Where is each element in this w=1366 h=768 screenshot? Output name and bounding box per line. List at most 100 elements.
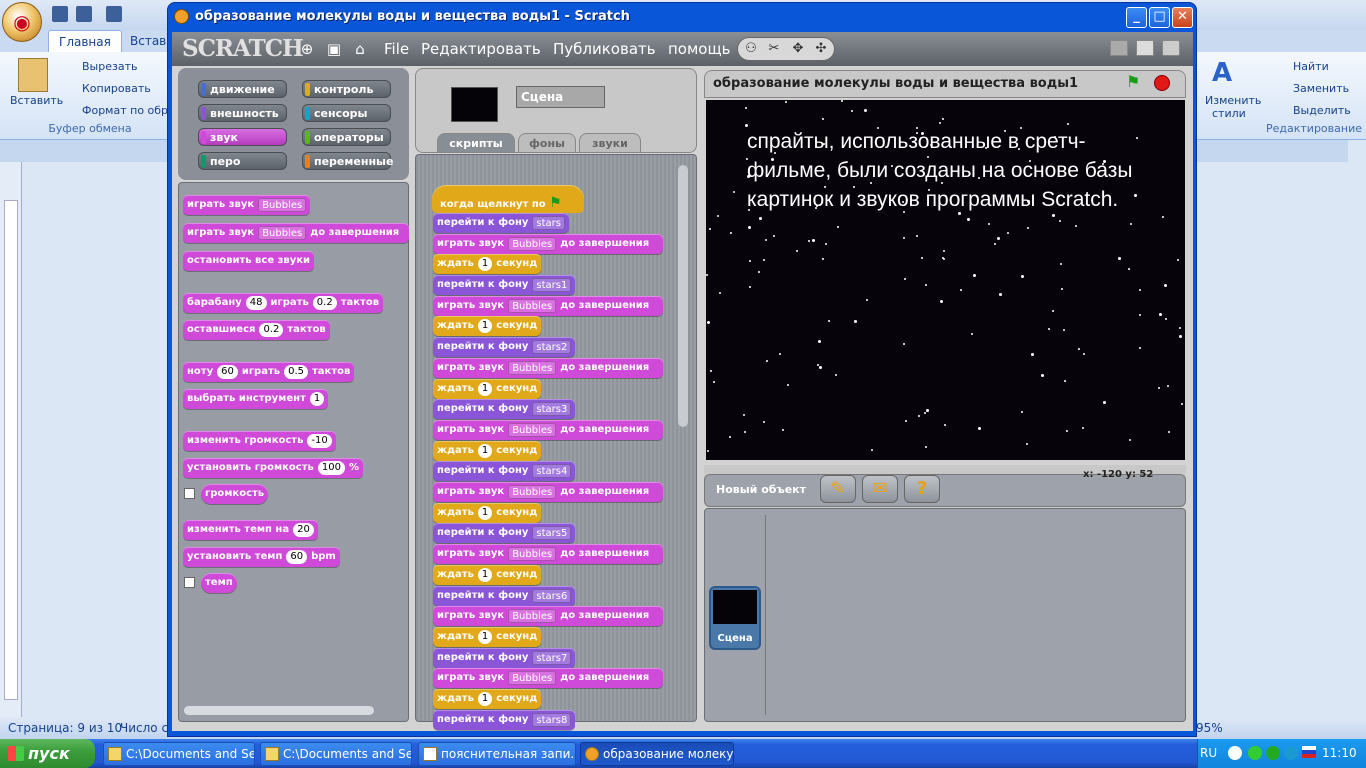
normal-stage-icon[interactable]	[1136, 40, 1154, 56]
format-painter-button[interactable]: Формат по обра	[82, 104, 175, 117]
sound-dropdown[interactable]: Bubbles	[508, 547, 557, 561]
sound-dropdown[interactable]: Bubbles	[508, 671, 557, 685]
tray-icon[interactable]	[1284, 746, 1298, 760]
sound-dropdown[interactable]: Bubbles	[508, 237, 557, 251]
random-sprite-button[interactable]: ?	[904, 475, 940, 503]
play-note-block[interactable]: ноту 60 играть 0.5 тактов	[183, 362, 355, 382]
play-sound-until-done-block[interactable]: играть звук Bubbles до завершения	[433, 482, 663, 502]
taskbar-item[interactable]: пояснительная запи...	[418, 742, 576, 766]
sound-dropdown[interactable]: Bubbles	[508, 485, 557, 499]
flag-icon[interactable]	[1302, 746, 1316, 758]
presentation-mode-icon[interactable]	[1162, 40, 1180, 56]
switch-background-block[interactable]: перейти к фону stars5	[433, 523, 576, 543]
scene-name-field[interactable]: Сцена	[516, 86, 605, 108]
taskbar-item[interactable]: C:\Documents and Se...	[103, 742, 255, 766]
minimize-button[interactable]: _	[1126, 7, 1147, 28]
close-button[interactable]: ✕	[1172, 7, 1193, 28]
play-sound-until-done-block[interactable]: играть звук Bubbles до завершения	[433, 234, 663, 254]
switch-background-block[interactable]: перейти к фону stars3	[433, 399, 576, 419]
background-dropdown[interactable]: stars2	[532, 340, 572, 354]
wait-block[interactable]: ждать 1 секунд	[433, 503, 542, 523]
category-7[interactable]: переменные	[302, 152, 393, 170]
duplicate-icon[interactable]: ⚇	[742, 40, 760, 58]
category-3[interactable]: сенсоры	[302, 104, 391, 122]
menu-file[interactable]: File	[384, 40, 409, 58]
category-1[interactable]: контроль	[302, 80, 391, 98]
small-stage-icon[interactable]	[1110, 40, 1128, 56]
stop-button[interactable]	[1154, 75, 1170, 91]
wait-block[interactable]: ждать 1 секунд	[433, 565, 542, 585]
background-dropdown[interactable]: stars5	[532, 526, 572, 540]
change-tempo-block[interactable]: изменить темп на 20	[183, 520, 318, 540]
grow-icon[interactable]: ✥	[789, 40, 807, 58]
tray-icon[interactable]	[1228, 746, 1242, 760]
background-dropdown[interactable]: stars8	[532, 713, 572, 727]
play-sound-until-done-block[interactable]: играть звук Bubbles до завершения	[433, 606, 663, 626]
stop-all-sounds-block[interactable]: остановить все звуки	[183, 251, 315, 271]
undo-icon[interactable]	[76, 6, 92, 22]
switch-background-block[interactable]: перейти к фону stars7	[433, 648, 576, 668]
play-sound-until-done-block[interactable]: играть звук Bubbles до завершения	[433, 668, 663, 688]
paint-sprite-button[interactable]: ✎	[820, 475, 856, 503]
when-flag-clicked-block[interactable]: когда щелкнут по ⚑	[432, 185, 584, 213]
category-0[interactable]: движение	[198, 80, 287, 98]
category-2[interactable]: внешность	[198, 104, 287, 122]
background-dropdown[interactable]: stars4	[532, 464, 572, 478]
tab-scripts[interactable]: скрипты	[437, 133, 515, 153]
wait-block[interactable]: ждать 1 секунд	[433, 441, 542, 461]
paste-button[interactable]: Вставить	[10, 94, 63, 107]
change-volume-block[interactable]: изменить громкость -10	[183, 431, 336, 451]
set-instrument-block[interactable]: выбрать инструмент 1	[183, 389, 329, 409]
tab-sounds[interactable]: звуки	[579, 133, 641, 153]
play-sound-until-done-block[interactable]: играть звук Bubbles до завершения	[183, 223, 409, 243]
background-dropdown[interactable]: stars1	[532, 278, 572, 292]
background-dropdown[interactable]: stars	[532, 216, 566, 230]
menu-share[interactable]: Публиковать	[553, 40, 656, 58]
paste-icon[interactable]	[18, 58, 48, 92]
palette-scrollbar[interactable]	[184, 706, 374, 715]
copy-button[interactable]: Копировать	[82, 82, 151, 95]
background-dropdown[interactable]: stars6	[532, 589, 572, 603]
menu-edit[interactable]: Редактировать	[421, 40, 541, 58]
tray-icon[interactable]	[1248, 746, 1262, 760]
wait-block[interactable]: ждать 1 секунд	[433, 689, 542, 709]
replace-button[interactable]: Заменить	[1293, 82, 1349, 95]
play-sound-until-done-block[interactable]: играть звук Bubbles до завершения	[433, 544, 663, 564]
office-button[interactable]: ◉	[2, 2, 42, 42]
play-sound-block[interactable]: играть звук Bubbles	[183, 195, 311, 215]
green-flag-icon[interactable]: ⚑	[1126, 74, 1144, 90]
sound-dropdown[interactable]: Bubbles	[508, 299, 557, 313]
shrink-icon[interactable]: ✣	[812, 40, 830, 58]
play-sound-until-done-block[interactable]: играть звук Bubbles до завершения	[433, 358, 663, 378]
category-4[interactable]: звук	[198, 128, 287, 146]
tab-backgrounds[interactable]: фоны	[518, 133, 576, 153]
zoom-level[interactable]: 95%	[1196, 717, 1223, 739]
set-tempo-block[interactable]: установить темп 60 bpm	[183, 547, 340, 567]
taskbar-item-active[interactable]: образование молеку...	[580, 742, 734, 766]
wait-block[interactable]: ждать 1 секунд	[433, 254, 542, 274]
sound-dropdown[interactable]: Bubbles	[258, 198, 307, 212]
choose-sprite-button[interactable]: ✉	[862, 475, 898, 503]
tempo-checkbox[interactable]	[184, 577, 195, 588]
category-6[interactable]: перо	[198, 152, 287, 170]
switch-background-block[interactable]: перейти к фону stars8	[433, 710, 576, 730]
maximize-button[interactable]: □	[1149, 7, 1170, 28]
share-icon[interactable]: ⌂	[351, 40, 369, 58]
volume-checkbox[interactable]	[184, 488, 195, 499]
cut-button[interactable]: Вырезать	[82, 60, 137, 73]
rest-block[interactable]: оставшиеся 0.2 тактов	[183, 320, 330, 340]
language-indicator[interactable]: RU	[1200, 746, 1217, 760]
sound-dropdown[interactable]: Bubbles	[508, 423, 557, 437]
switch-background-block[interactable]: перейти к фону stars6	[433, 586, 576, 606]
play-sound-until-done-block[interactable]: играть звук Bubbles до завершения	[433, 420, 663, 440]
find-button[interactable]: Найти	[1293, 60, 1329, 73]
play-sound-until-done-block[interactable]: играть звук Bubbles до завершения	[433, 296, 663, 316]
background-dropdown[interactable]: stars7	[532, 651, 572, 665]
menu-help[interactable]: помощь	[668, 40, 730, 58]
tray-icon[interactable]	[1266, 746, 1280, 760]
script-scrollbar[interactable]	[678, 165, 688, 427]
sound-dropdown[interactable]: Bubbles	[508, 609, 557, 623]
taskbar-item[interactable]: C:\Documents and Se...	[260, 742, 412, 766]
switch-background-block[interactable]: перейти к фону stars2	[433, 337, 576, 357]
category-5[interactable]: операторы	[302, 128, 391, 146]
